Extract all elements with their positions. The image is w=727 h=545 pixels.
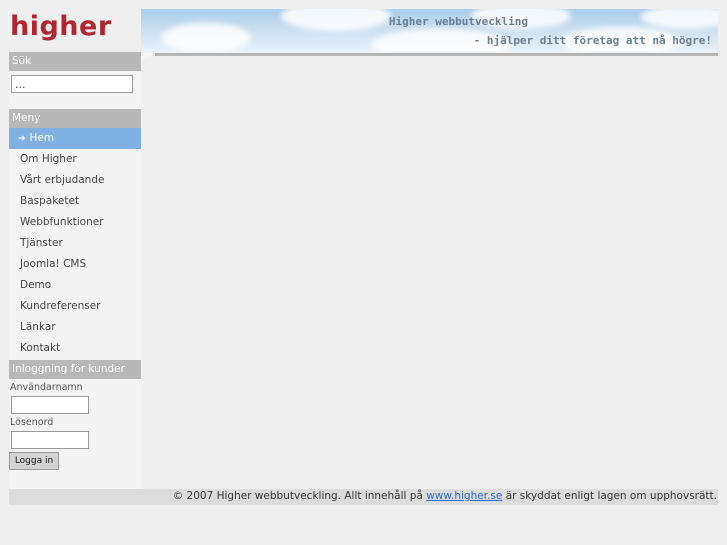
menu-item-demo[interactable]: Demo — [9, 275, 141, 296]
menu-item-joomla-cms[interactable]: Joomla! CMS — [9, 254, 141, 275]
login-button[interactable]: Logga in — [9, 452, 59, 470]
menu-item-kontakt[interactable]: Kontakt — [9, 338, 141, 359]
menu-item-om-higher[interactable]: Om Higher — [9, 149, 141, 170]
content-corner — [141, 53, 155, 68]
main-content — [141, 52, 718, 489]
search-heading: Sök — [9, 52, 141, 71]
menu-item-lankar[interactable]: Länkar — [9, 317, 141, 338]
menu-item-label: Hem — [29, 132, 55, 144]
login-heading: Inloggning för kunder — [9, 360, 141, 379]
footer: © 2007 Higher webbutveckling. Allt inneh… — [9, 489, 718, 505]
banner-title: Higher webbutveckling — [388, 15, 528, 28]
footer-copyright: © 2007 Higher webbutveckling. Allt inneh… — [172, 490, 423, 502]
footer-link[interactable]: www.higher.se — [426, 490, 502, 502]
password-label: Lösenord — [10, 417, 54, 428]
login-form: Användarnamn Lösenord Logga in — [9, 379, 141, 470]
content-top-border — [141, 53, 718, 56]
menu-item-baspaketet[interactable]: Baspaketet — [9, 191, 141, 212]
menu-item-vart-erbjudande[interactable]: Vårt erbjudande — [9, 170, 141, 191]
menu-heading: Meny — [9, 109, 141, 128]
logo[interactable]: higher — [9, 9, 141, 53]
menu-item-hem[interactable]: ➔ Hem — [9, 128, 141, 149]
password-field[interactable] — [11, 431, 89, 449]
header-banner: Higher webbutveckling - hjälper ditt för… — [141, 9, 718, 52]
logo-text: higher — [10, 11, 112, 42]
menu-item-webbfunktioner[interactable]: Webbfunktioner — [9, 212, 141, 233]
arrow-right-icon: ➔ — [18, 134, 26, 144]
menu-item-tjanster[interactable]: Tjänster — [9, 233, 141, 254]
sidebar: Sök Meny ➔Hem Om Higher Vårt erbjudande … — [9, 52, 141, 489]
menu-item-kundreferenser[interactable]: Kundreferenser — [9, 296, 141, 317]
search-input[interactable] — [11, 75, 133, 93]
username-label: Användarnamn — [10, 382, 83, 393]
banner-subtitle: - hjälper ditt företag att nå högre! — [473, 34, 712, 47]
main-menu: ➔ Hem Om Higher Vårt erbjudande Baspakete… — [9, 128, 141, 359]
footer-rights: är skyddat enligt lagen om upphovsrätt. — [505, 490, 717, 502]
username-field[interactable] — [11, 396, 89, 414]
